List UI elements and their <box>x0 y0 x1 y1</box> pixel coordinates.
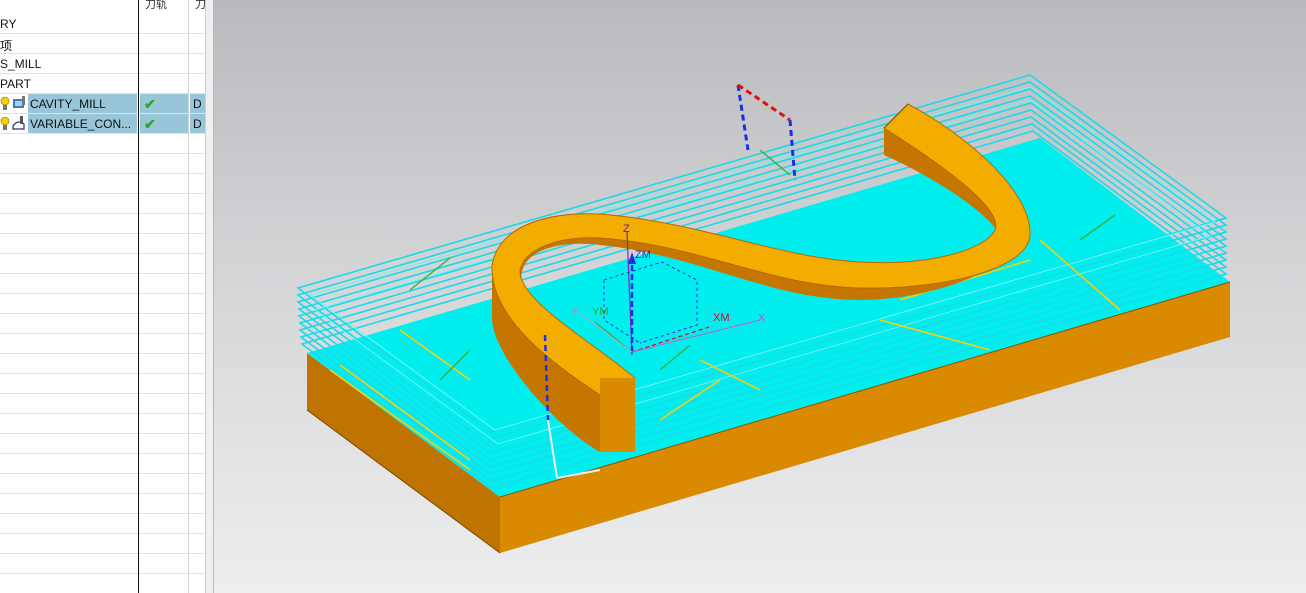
tool-column-value: D <box>193 117 202 131</box>
empty-row <box>0 194 205 214</box>
empty-row <box>0 454 205 474</box>
panel-splitter[interactable] <box>205 0 214 593</box>
axis-label-ym: YM <box>592 306 609 318</box>
operation-navigator: 刀轨 刀 RY 项 S_MILL PART CAVITY_MILL ✔ D VA… <box>0 0 205 593</box>
empty-row <box>0 274 205 294</box>
cavity-mill-icon <box>12 96 28 115</box>
column-header-toolpath[interactable]: 刀轨 <box>145 0 167 13</box>
empty-row <box>0 494 205 514</box>
empty-row <box>0 514 205 534</box>
tree-node-label: RY <box>0 17 17 31</box>
axis-label-xm: XM <box>713 312 730 324</box>
tool-column-value: D <box>193 97 202 111</box>
tree-node-label: 项 <box>0 39 13 53</box>
empty-row <box>0 214 205 234</box>
axis-label-zm: ZM <box>635 249 651 261</box>
empty-row <box>0 234 205 254</box>
tree-node-item[interactable]: 项 <box>0 34 205 54</box>
empty-row <box>0 174 205 194</box>
empty-row <box>0 314 205 334</box>
axis-label-y: Y <box>571 306 579 318</box>
tree-node-label: S_MILL <box>0 57 42 71</box>
empty-row <box>0 574 205 593</box>
s-boss-end-face <box>600 378 635 452</box>
empty-row <box>0 394 205 414</box>
tree-node-geometry[interactable]: RY <box>0 14 205 34</box>
operation-name: CAVITY_MILL <box>30 97 106 111</box>
operation-row-cavity-mill[interactable]: CAVITY_MILL ✔ D <box>0 94 205 114</box>
empty-row <box>0 134 205 154</box>
part-model-view <box>296 74 1231 554</box>
empty-row <box>0 334 205 354</box>
operation-name: VARIABLE_CON... <box>30 117 132 131</box>
empty-row <box>0 254 205 274</box>
column-header-tool[interactable]: 刀 <box>195 0 205 13</box>
column-divider[interactable] <box>188 0 189 593</box>
tree-node-label: PART <box>0 77 31 91</box>
graphics-viewport[interactable]: Z ZM YM Y XM X <box>214 0 1306 593</box>
column-divider[interactable] <box>138 0 139 593</box>
tree-node-part[interactable]: PART <box>0 74 205 94</box>
operation-row-variable-contour[interactable]: VARIABLE_CON... ✔ D <box>0 114 205 134</box>
empty-row <box>0 374 205 394</box>
tree-node-mill[interactable]: S_MILL <box>0 54 205 74</box>
lightbulb-icon <box>0 116 10 135</box>
empty-row <box>0 154 205 174</box>
empty-row <box>0 414 205 434</box>
lightbulb-icon <box>0 96 10 115</box>
empty-row <box>0 294 205 314</box>
check-icon: ✔ <box>144 96 156 112</box>
check-icon: ✔ <box>144 116 156 132</box>
empty-row <box>0 434 205 454</box>
variable-contour-icon <box>12 116 28 135</box>
empty-row <box>0 554 205 574</box>
axis-label-x: X <box>758 312 766 324</box>
empty-row <box>0 534 205 554</box>
empty-row <box>0 354 205 374</box>
axis-label-z: Z <box>623 223 630 235</box>
empty-row <box>0 474 205 494</box>
